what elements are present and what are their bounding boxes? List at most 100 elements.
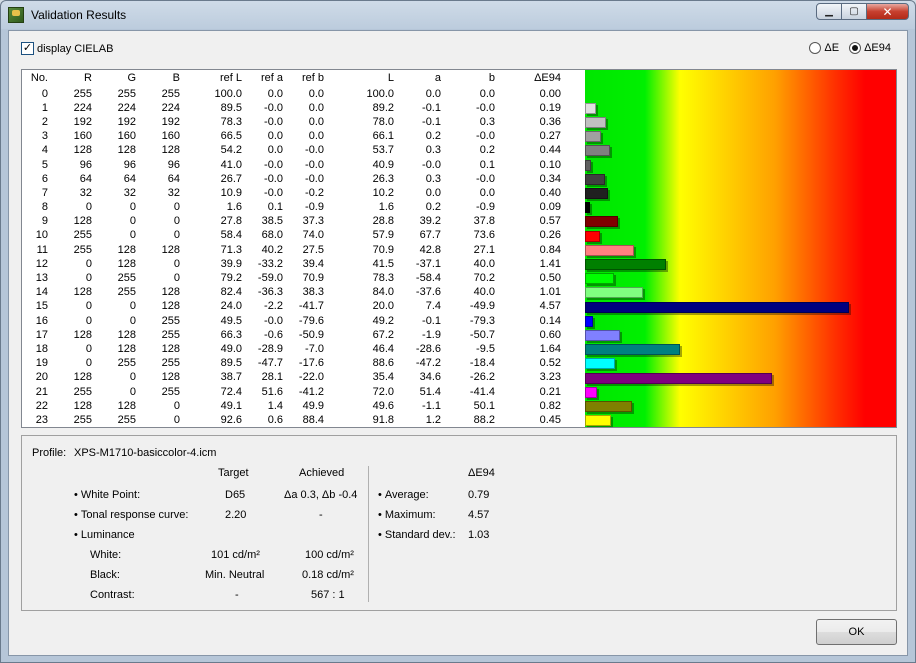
- table-row[interactable]: 12 0 128 0 39.9 -33.2 39.4 41.5 -37.1 40.0 1.41: [22, 257, 565, 271]
- table-row[interactable]: 3 160 160 160 66.5 0.0 0.0 66.1 0.2 -0.0 0.27: [22, 130, 565, 144]
- table-cell: -0.1: [422, 101, 441, 114]
- table-cell: 1.64: [539, 342, 561, 355]
- table-cell: 64: [123, 172, 136, 185]
- table-cell: 18: [35, 342, 48, 355]
- table-row[interactable]: 19 0 255 255 89.5 -47.7 -17.6 88.6 -47.2 -18.4 0.5…: [22, 357, 565, 371]
- table-cell: 0.0: [308, 87, 324, 100]
- table-cell: 26.7: [220, 172, 242, 185]
- table-cell: 128: [73, 399, 92, 412]
- maximize-button[interactable]: ▢: [841, 3, 867, 20]
- table-row[interactable]: 17 128 128 255 66.3 -0.6 -50.9 67.2 -1.9 -50.7 0.6…: [22, 328, 565, 342]
- delta-e-bar: [585, 258, 667, 270]
- table-cell: 89.2: [372, 101, 394, 114]
- delta-e-bar: [585, 159, 591, 171]
- table-row[interactable]: 5 96 96 96 41.0 -0.0 -0.0 40.9 -0.0 0.1 0.10: [22, 158, 565, 172]
- radio-de94-label[interactable]: ΔE94: [864, 42, 891, 54]
- trc-label: Tonal response curve:: [74, 509, 189, 521]
- black-luminance-label: Black:: [90, 569, 120, 581]
- display-cielab-checkbox[interactable]: ✓ display CIELAB: [21, 42, 113, 55]
- table-cell: -50.7: [469, 328, 495, 341]
- table-cell: 67.2: [372, 328, 394, 341]
- table-cell: -49.9: [469, 300, 495, 313]
- table-row[interactable]: 15 0 0 128 24.0 -2.2 -41.7 20.0 7.4 -49.9 4.57: [22, 300, 565, 314]
- delta-e-bar: [585, 273, 614, 285]
- table-cell: 1.01: [539, 286, 561, 299]
- table-row[interactable]: 11 255 128 128 71.3 40.2 27.5 70.9 42.8 27.1 0.84: [22, 243, 565, 257]
- table-cell: 0.57: [539, 215, 561, 228]
- table-row[interactable]: 8 0 0 0 1.6 0.1 -0.9 1.6 0.2 -0.9 0.09: [22, 201, 565, 215]
- checkbox-check-icon[interactable]: ✓: [21, 42, 34, 55]
- table-cell: -37.6: [415, 286, 441, 299]
- table-cell: -0.0: [264, 172, 283, 185]
- table-cell: -1.9: [422, 328, 441, 341]
- table-cell: 41.0: [220, 158, 242, 171]
- table-cell: -22.0: [298, 371, 324, 384]
- table-row[interactable]: 20 128 0 128 38.7 28.1 -22.0 35.4 34.6 -26.2 3.23: [22, 371, 565, 385]
- table-cell: 67.7: [419, 229, 441, 242]
- table-cell: -37.1: [415, 257, 441, 270]
- table-cell: 20: [35, 371, 48, 384]
- table-row[interactable]: 14 128 255 128 82.4 -36.3 38.3 84.0 -37.6 40.0 1.0…: [22, 286, 565, 300]
- table-cell: 0.3: [425, 172, 441, 185]
- table-row[interactable]: 1 224 224 224 89.5 -0.0 0.0 89.2 -0.1 -0.0 0.19: [22, 101, 565, 115]
- table-cell: 7.4: [425, 300, 441, 313]
- table-cell: 0: [129, 371, 136, 384]
- table-row[interactable]: 0 255 255 255 100.0 0.0 0.0 100.0 0.0 0.0 0.00: [22, 87, 565, 101]
- table-cell: 224: [161, 101, 180, 114]
- target-column-header: Target: [218, 467, 249, 479]
- table-row[interactable]: 9 128 0 0 27.8 38.5 37.3 28.8 39.2 37.8 0.57: [22, 215, 565, 229]
- delta-e-bar: [585, 187, 609, 199]
- table-cell: 192: [161, 115, 180, 128]
- maximum-value: 4.57: [468, 509, 490, 521]
- table-cell: -79.6: [298, 314, 324, 327]
- table-cell: 0.0: [267, 130, 283, 143]
- title-bar[interactable]: Validation Results ▁ ▢ ✕: [1, 1, 915, 29]
- table-cell: -59.0: [257, 272, 283, 285]
- table-row[interactable]: 10 255 0 0 58.4 68.0 74.0 57.9 67.7 73.6 0.26: [22, 229, 565, 243]
- table-cell: -7.0: [305, 342, 324, 355]
- table-row[interactable]: 7 32 32 32 10.9 -0.0 -0.2 10.2 0.0 0.0 0.40: [22, 186, 565, 200]
- table-row[interactable]: 22 128 128 0 49.1 1.4 49.9 49.6 -1.1 50.1 0.82: [22, 399, 565, 413]
- app-icon: [8, 7, 24, 23]
- table-cell: 74.0: [302, 229, 324, 242]
- table-row[interactable]: 21 255 0 255 72.4 51.6 -41.2 72.0 51.4 -41.4 0.21: [22, 385, 565, 399]
- table-cell: -28.9: [257, 342, 283, 355]
- delta-e-bar: [585, 145, 611, 157]
- table-row[interactable]: 16 0 0 255 49.5 -0.0 -79.6 49.2 -0.1 -79.3 0.14: [22, 314, 565, 328]
- table-cell: 0.34: [539, 172, 561, 185]
- table-cell: 128: [161, 342, 180, 355]
- table-cell: 54.2: [220, 144, 242, 157]
- minimize-button[interactable]: ▁: [816, 3, 842, 20]
- radio-de[interactable]: [809, 42, 822, 54]
- table-cell: 128: [117, 328, 136, 341]
- table-row[interactable]: 6 64 64 64 26.7 -0.0 -0.0 26.3 0.3 -0.0 0.34: [22, 172, 565, 186]
- radio-de-label[interactable]: ΔE: [824, 42, 839, 54]
- table-cell: 0.2: [425, 201, 441, 214]
- table-cell: 255: [73, 87, 92, 100]
- table-row[interactable]: 23 255 255 0 92.6 0.6 88.4 91.8 1.2 88.2 0.45: [22, 413, 565, 427]
- table-row[interactable]: 13 0 255 0 79.2 -59.0 70.9 78.3 -58.4 70.2 0.50: [22, 271, 565, 285]
- table-cell: 66.3: [220, 328, 242, 341]
- table-cell: 0: [41, 87, 48, 100]
- average-value: 0.79: [468, 489, 490, 501]
- table-cell: 71.3: [220, 243, 242, 256]
- display-cielab-label[interactable]: display CIELAB: [37, 43, 113, 55]
- table-cell: 255: [117, 272, 136, 285]
- table-cell: 255: [161, 328, 180, 341]
- table-row[interactable]: 2 192 192 192 78.3 -0.0 0.0 78.0 -0.1 0.3 0.36: [22, 115, 565, 129]
- ok-button[interactable]: OK: [816, 619, 897, 645]
- table-cell: 24.0: [220, 300, 242, 313]
- trc-achieved: -: [319, 509, 323, 521]
- table-row[interactable]: 4 128 128 128 54.2 0.0 -0.0 53.7 0.3 0.2 0.44: [22, 144, 565, 158]
- table-cell: 0.1: [267, 201, 283, 214]
- radio-de94[interactable]: [849, 42, 862, 54]
- table-cell: -41.2: [298, 385, 324, 398]
- table-cell: 255: [161, 385, 180, 398]
- delta-e-bar: [585, 287, 644, 299]
- delta-e-bar: [585, 131, 601, 143]
- table-cell: 49.9: [302, 399, 324, 412]
- table-cell: 192: [73, 115, 92, 128]
- table-row[interactable]: 18 0 128 128 49.0 -28.9 -7.0 46.4 -28.6 -9.5 1.64: [22, 342, 565, 356]
- table-cell: 0: [173, 413, 180, 426]
- close-button[interactable]: ✕: [866, 3, 909, 20]
